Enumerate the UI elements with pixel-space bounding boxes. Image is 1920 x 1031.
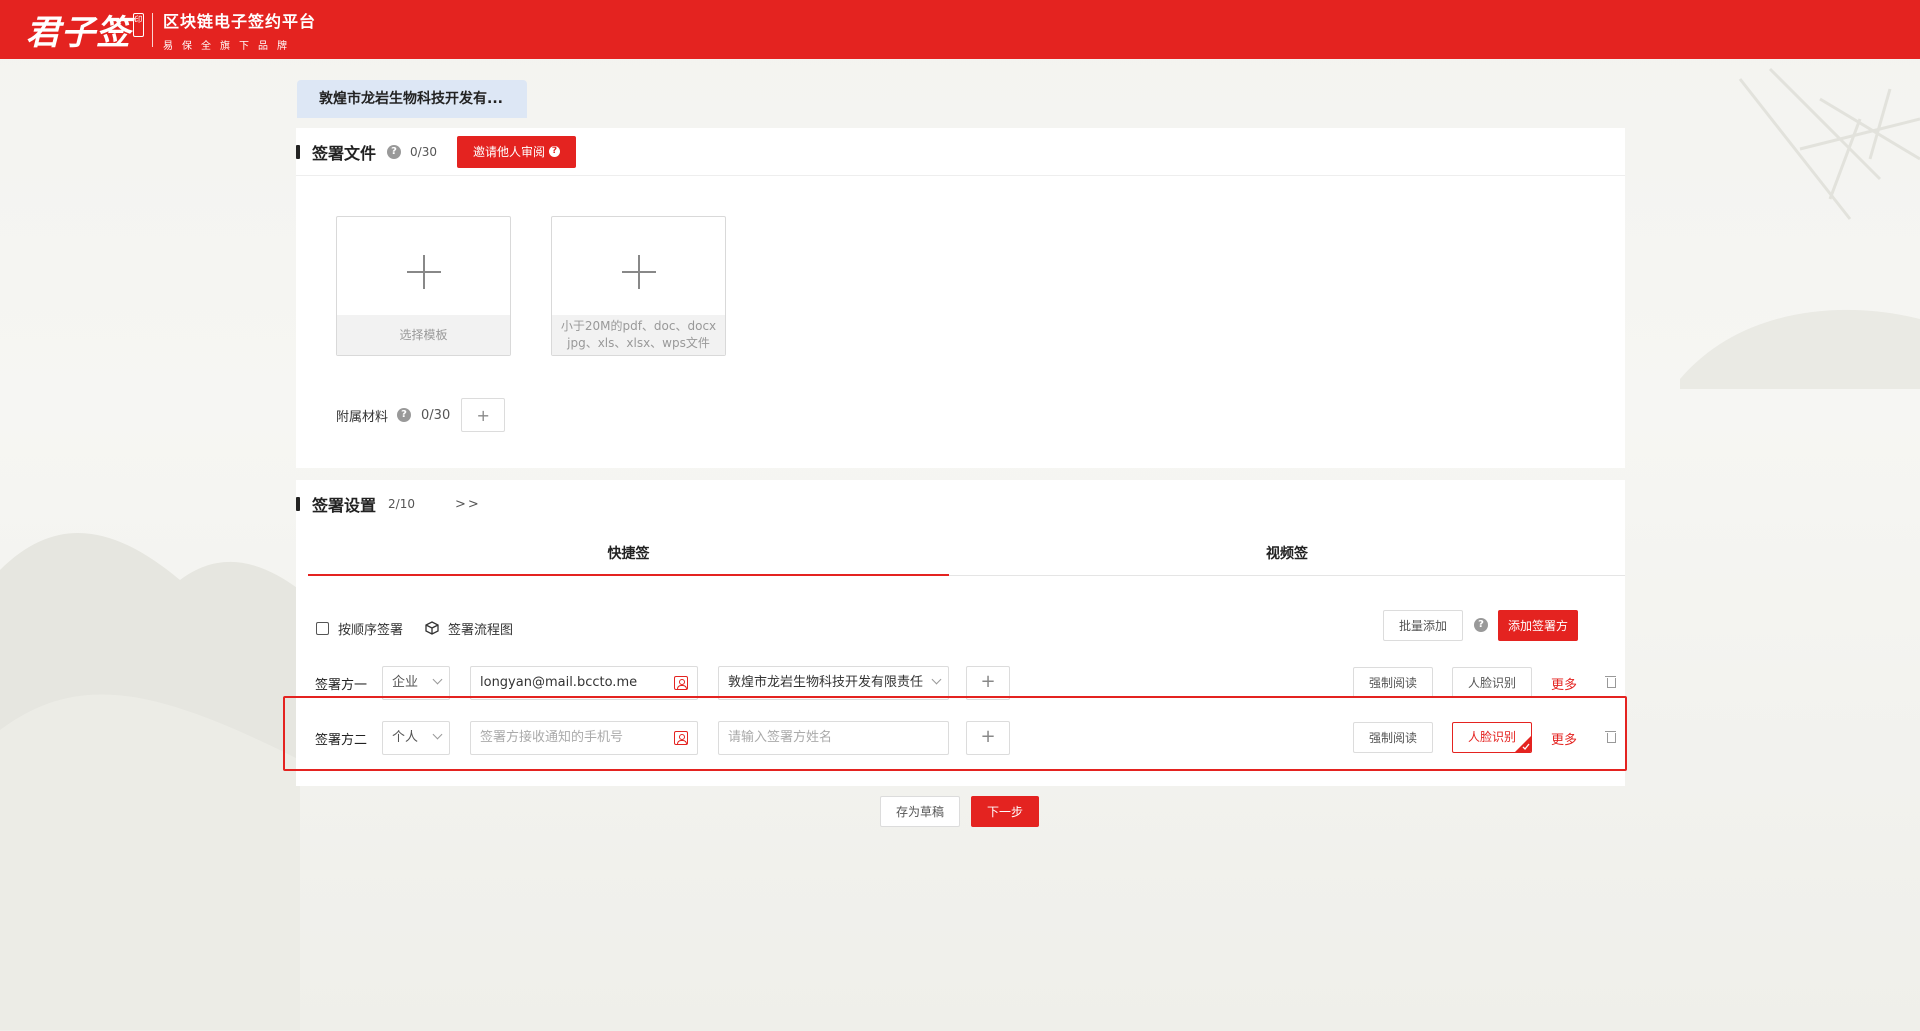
upload-hint-line-2: jpg、xls、xlsx、wps文件 bbox=[567, 336, 710, 350]
next-step-button[interactable]: 下一步 bbox=[971, 796, 1039, 827]
tab-quick-sign[interactable]: 快捷签 bbox=[308, 540, 949, 576]
attachments-row: 附属材料 ? 0/30 + bbox=[336, 398, 506, 432]
sign-in-order-checkbox[interactable] bbox=[316, 621, 329, 635]
chevron-down-icon bbox=[432, 674, 443, 685]
brand-seal: 印 bbox=[133, 12, 144, 37]
party-type-select[interactable]: 个人 bbox=[382, 721, 450, 755]
select-template-label: 选择模板 bbox=[399, 327, 448, 342]
sign-files-title: 签署文件 bbox=[312, 143, 377, 163]
add-signer-button[interactable]: + bbox=[966, 666, 1010, 700]
plus-icon bbox=[552, 217, 725, 317]
add-party-button[interactable]: 添加签署方 bbox=[1498, 610, 1578, 641]
upload-file-caption: 小于20M的pdf、doc、docx jpg、xls、xlsx、wps文件 bbox=[552, 315, 725, 355]
brand-tagline: 易保全旗下品牌 bbox=[163, 40, 296, 52]
help-icon[interactable]: ? bbox=[387, 144, 402, 159]
party-type-value: 个人 bbox=[392, 730, 419, 745]
trash-icon[interactable] bbox=[1605, 729, 1616, 743]
face-recognition-button[interactable]: 人脸识别 bbox=[1452, 667, 1532, 698]
upload-file-button[interactable]: 小于20M的pdf、doc、docx jpg、xls、xlsx、wps文件 bbox=[551, 216, 726, 356]
batch-add-button[interactable]: 批量添加 bbox=[1383, 610, 1463, 641]
contact-book-icon[interactable] bbox=[674, 731, 688, 745]
party-name-placeholder: 请输入签署方姓名 bbox=[728, 730, 833, 745]
platform-name: 区块链电子签约平台 bbox=[163, 11, 317, 31]
logo-divider bbox=[152, 12, 153, 47]
party-type-value: 企业 bbox=[392, 675, 419, 690]
file-count: 0/30 bbox=[410, 144, 437, 159]
contact-book-icon[interactable] bbox=[674, 676, 688, 690]
party-name-value: 敦煌市龙岩生物科技开发有限责任 bbox=[728, 675, 924, 690]
help-icon[interactable]: ? bbox=[397, 408, 412, 422]
bamboo-decoration bbox=[1680, 67, 1920, 389]
select-template-button[interactable]: 选择模板 bbox=[336, 216, 511, 356]
party-name-select[interactable]: 敦煌市龙岩生物科技开发有限责任 bbox=[718, 666, 949, 700]
tab-video-sign[interactable]: 视频签 bbox=[949, 540, 1625, 576]
face-recognition-button-selected[interactable]: 人脸识别 bbox=[1452, 722, 1532, 753]
party-label: 签署方二 bbox=[315, 733, 368, 748]
chevron-down-icon bbox=[432, 729, 443, 740]
brand-logo[interactable]: 君子签 bbox=[26, 5, 131, 54]
force-read-button[interactable]: 强制阅读 bbox=[1353, 667, 1433, 698]
add-signer-button[interactable]: + bbox=[966, 721, 1010, 755]
upload-hint-line-1: 小于20M的pdf、doc、docx bbox=[560, 319, 717, 333]
party-label: 签署方一 bbox=[315, 678, 368, 693]
party-phone-placeholder: 签署方接收通知的手机号 bbox=[480, 730, 624, 745]
add-attachment-button[interactable]: + bbox=[461, 398, 506, 432]
mountain-decoration bbox=[0, 532, 300, 1030]
party-type-select[interactable]: 企业 bbox=[382, 666, 450, 700]
flowchart-icon bbox=[425, 621, 439, 635]
help-icon: ? bbox=[548, 146, 560, 157]
party-contact-value: longyan@mail.bccto.me bbox=[480, 675, 638, 690]
sign-settings-panel: 签署设置 2/10 >> 快捷签 视频签 按顺序签署 签署流程图 批量添加 ? … bbox=[283, 480, 1627, 786]
section-marker bbox=[296, 497, 300, 511]
expand-toggle[interactable]: >> bbox=[455, 497, 481, 512]
party-name-input[interactable]: 请输入签署方姓名 bbox=[718, 721, 949, 755]
chevron-down-icon bbox=[931, 674, 942, 685]
flowchart-link[interactable]: 签署流程图 bbox=[448, 619, 513, 638]
more-link[interactable]: 更多 bbox=[1551, 674, 1577, 693]
attachments-label: 附属材料 bbox=[336, 409, 389, 425]
section-marker bbox=[296, 144, 300, 159]
selected-check-icon bbox=[1515, 736, 1531, 752]
sign-in-order-label: 按顺序签署 bbox=[338, 622, 404, 638]
party-count: 2/10 bbox=[388, 497, 415, 511]
sign-files-panel: 签署文件 ? 0/30 邀请他人审阅 ? 选择模板 小于20M的pdf、doc、… bbox=[296, 128, 1625, 468]
party-phone-input[interactable]: 签署方接收通知的手机号 bbox=[470, 721, 698, 755]
options-row: 按顺序签署 签署流程图 bbox=[316, 618, 513, 638]
sign-settings-header: 签署设置 2/10 >> bbox=[296, 480, 1625, 528]
invite-review-label: 邀请他人审阅 bbox=[472, 145, 545, 159]
company-tab[interactable]: 敦煌市龙岩生物科技开发有... bbox=[297, 80, 527, 118]
attachments-count: 0/30 bbox=[421, 407, 451, 423]
invite-review-button[interactable]: 邀请他人审阅 ? bbox=[456, 135, 576, 168]
party-contact-input[interactable]: longyan@mail.bccto.me bbox=[470, 666, 698, 700]
trash-icon[interactable] bbox=[1605, 674, 1616, 688]
plus-icon bbox=[337, 217, 510, 317]
save-draft-button[interactable]: 存为草稿 bbox=[880, 796, 960, 827]
help-icon[interactable]: ? bbox=[1474, 618, 1488, 632]
more-link[interactable]: 更多 bbox=[1551, 729, 1577, 748]
sign-settings-title: 签署设置 bbox=[312, 496, 377, 515]
sign-type-tabs: 快捷签 视频签 bbox=[308, 540, 1625, 576]
select-template-caption: 选择模板 bbox=[337, 315, 510, 355]
top-bar: 君子签 印 区块链电子签约平台 易保全旗下品牌 bbox=[0, 0, 1920, 59]
force-read-button[interactable]: 强制阅读 bbox=[1353, 722, 1433, 753]
brand-text: 区块链电子签约平台 易保全旗下品牌 bbox=[163, 8, 316, 52]
sign-files-header: 签署文件 ? 0/30 邀请他人审阅 ? bbox=[296, 128, 1625, 176]
